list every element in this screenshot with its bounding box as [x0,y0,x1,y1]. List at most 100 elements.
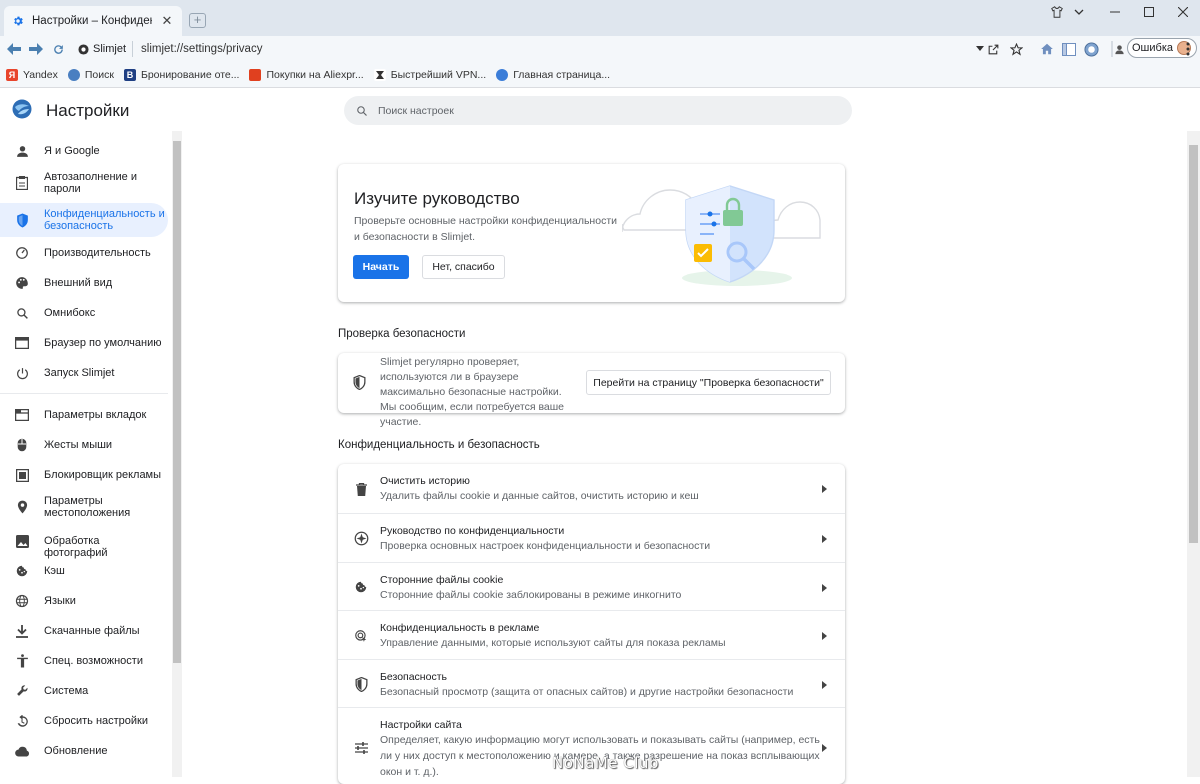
shield-icon [353,375,366,390]
sidebar-item-languages[interactable]: Языки [0,589,168,613]
sidebar-item-reset[interactable]: Сбросить настройки [0,709,168,733]
accessibility-icon [14,653,30,669]
row-title: Сторонние файлы cookie [380,574,504,586]
chevron-right-icon [820,680,828,690]
bookmark-star-icon[interactable] [1008,41,1024,57]
profile-label: Ошибка [1132,42,1173,54]
sidebar-item-label: Блокировщик рекламы [44,469,162,481]
sidebar-item-label: Запуск Slimjet [44,367,115,379]
maximize-button[interactable] [1134,0,1164,24]
list-item-clear-history[interactable]: Очистить историю Удалить файлы cookie и … [338,464,845,513]
cookie-icon [353,579,369,595]
yandex-icon: Я [6,68,18,81]
safety-check-button[interactable]: Перейти на страницу "Проверка безопаснос… [586,370,831,395]
sidebar-item-privacy[interactable]: Конфиденциальность и безопасность [0,203,168,237]
tabs-icon [14,407,30,423]
wrench-icon [14,683,30,699]
sidebar-panel-icon[interactable] [1061,41,1077,57]
bookmark-aliexpress[interactable]: Покупки на Aliexpr... [249,68,364,81]
sidebar-item-downloads[interactable]: Скачанные файлы [0,619,168,643]
sidebar-item-startup[interactable]: Запуск Slimjet [0,361,168,385]
row-title: Руководство по конфиденциальности [380,525,565,537]
list-item-privacy-guide[interactable]: Руководство по конфиденциальности Провер… [338,513,845,562]
url-text[interactable]: slimjet://settings/privacy [133,43,262,55]
new-tab-button[interactable]: + [189,13,206,28]
no-thanks-button[interactable]: Нет, спасибо [422,255,505,279]
menu-icon[interactable] [1180,41,1196,57]
back-button[interactable] [6,41,22,57]
shield-icon [14,212,30,228]
sidebar-item-appearance[interactable]: Внешний вид [0,271,168,295]
speed-dial-icon[interactable] [1083,41,1099,57]
shirt-icon[interactable] [1046,0,1068,24]
privacy-settings-list: Очистить историю Удалить файлы cookie и … [338,464,845,784]
sidebar-item-update[interactable]: Обновление [0,739,168,763]
sidebar-item-ad-blocker[interactable]: Блокировщик рекламы [0,463,168,487]
search-input[interactable]: Поиск настроек [344,96,852,125]
sidebar-item-photo-processing[interactable]: Обработка фотографий [0,529,168,559]
list-item-third-party-cookies[interactable]: Сторонние файлы cookie Сторонние файлы c… [338,562,845,610]
chevron-right-icon [820,534,828,544]
shield-icon [353,676,369,692]
sidebar-item-system[interactable]: Система [0,679,168,703]
safety-check-description: Slimjet регулярно проверяет, используютс… [380,356,565,428]
chevron-down-icon[interactable] [1070,0,1088,24]
sidebar-item-cache[interactable]: Кэш [0,559,168,583]
search-placeholder: Поиск настроек [378,104,454,117]
bookmark-yandex[interactable]: Я Yandex [6,68,58,81]
bookmark-homepage[interactable]: Главная страница... [496,68,610,81]
gear-icon [12,15,24,27]
home-icon[interactable] [1039,41,1055,57]
site-chip[interactable]: Slimjet [72,41,134,57]
sidebar-item-omnibox[interactable]: Омнибокс [0,301,168,325]
user-icon[interactable] [1111,41,1127,57]
cloud-icon [14,743,30,759]
sidebar-item-label: Обработка фотографий [44,535,108,559]
tab-title: Настройки – Конфиденциальн [32,15,152,27]
start-button[interactable]: Начать [353,255,409,279]
sidebar-item-label: Параметры местоположения [44,495,131,519]
bookmark-label: Быстрейший VPN... [390,68,487,81]
sidebar-item-performance[interactable]: Производительность [0,241,168,265]
browser-tab[interactable]: Настройки – Конфиденциальн ✕ [4,6,182,36]
forward-button[interactable] [28,41,44,57]
slimjet-logo-icon [12,99,32,119]
sidebar-scrollbar-thumb[interactable] [173,141,181,663]
browser-icon [14,335,30,351]
bookmark-vpn[interactable]: Быстрейший VPN... [373,68,487,81]
image-icon [14,533,30,549]
sidebar-item-accessibility[interactable]: Спец. возможности [0,649,168,673]
share-icon[interactable] [985,41,1001,57]
list-item-security[interactable]: Безопасность Безопасный просмотр (защита… [338,659,845,707]
sidebar-item-default-browser[interactable]: Браузер по умолчанию [0,331,168,355]
clipboard-icon [14,175,30,191]
bookmark-label: Покупки на Aliexpr... [266,68,364,81]
address-bar[interactable]: Slimjet slimjet://settings/privacy [72,40,972,58]
minimize-button[interactable] [1100,0,1130,24]
person-icon [14,143,30,159]
globe-icon [67,68,80,81]
main-scrollbar-thumb[interactable] [1189,145,1198,543]
sidebar-item-you-and-google[interactable]: Я и Google [0,139,168,163]
sidebar-item-label: Браузер по умолчанию [44,337,162,349]
vpn-icon [373,68,386,81]
reload-button[interactable] [50,41,66,57]
sidebar-item-autofill[interactable]: Автозаполнение и пароли [0,167,168,199]
privacy-section-title: Конфиденциальность и безопасность [338,439,540,451]
close-window-button[interactable] [1168,0,1198,24]
bookmark-search[interactable]: Поиск [67,68,114,81]
globe-icon [496,68,509,81]
list-item-ad-privacy[interactable]: Конфиденциальность в рекламе Управление … [338,610,845,659]
bookmark-booking[interactable]: B Бронирование оте... [123,68,239,81]
sidebar-item-mouse-gestures[interactable]: Жесты мыши [0,433,168,457]
row-subtitle: Безопасный просмотр (защита от опасных с… [380,686,794,698]
row-subtitle: Удалить файлы cookie и данные сайтов, оч… [380,490,699,502]
list-item-site-settings[interactable]: Настройки сайта Определяет, какую информ… [338,707,845,784]
watermark: NoNaMe Club [552,754,659,772]
close-tab-icon[interactable]: ✕ [160,13,174,29]
sidebar-item-tab-settings[interactable]: Параметры вкладок [0,403,168,427]
sidebar-item-label: Спец. возможности [44,655,143,667]
sidebar-item-location[interactable]: Параметры местоположения [0,491,168,523]
sidebar-item-label: Производительность [44,247,151,259]
title-bar: Настройки – Конфиденциальн ✕ + [0,0,1200,36]
